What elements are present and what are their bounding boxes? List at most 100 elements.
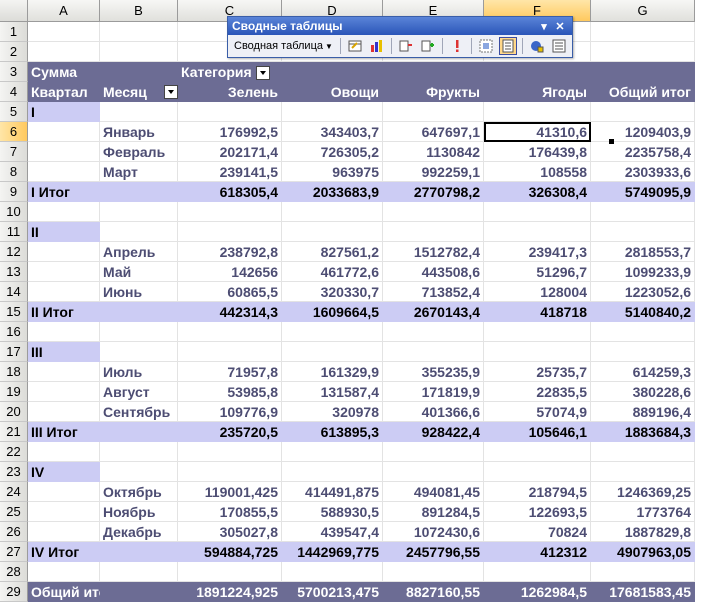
cell-d14[interactable]: 320330,7 <box>282 282 383 302</box>
show-detail-icon[interactable] <box>419 37 437 55</box>
cell-g16[interactable] <box>591 322 695 342</box>
cell-c17[interactable] <box>178 342 282 362</box>
cell-g2[interactable] <box>591 42 695 62</box>
row-header[interactable]: 1 <box>0 22 28 42</box>
cell-b8[interactable]: Март <box>100 162 178 182</box>
cell-c8[interactable]: 239141,5 <box>178 162 282 182</box>
field-settings-icon[interactable] <box>477 37 495 55</box>
cell-f18[interactable]: 25735,7 <box>484 362 591 382</box>
cell-b19[interactable]: Август <box>100 382 178 402</box>
cell-d19[interactable]: 131587,4 <box>282 382 383 402</box>
cell-a20[interactable] <box>28 402 100 422</box>
cell-f7[interactable]: 176439,8 <box>484 142 591 162</box>
row-header[interactable]: 29 <box>0 582 28 602</box>
row-header[interactable]: 13 <box>0 262 28 282</box>
row-header[interactable]: 18 <box>0 362 28 382</box>
cell-f26[interactable]: 70824 <box>484 522 591 542</box>
row-header[interactable]: 9 <box>0 182 28 202</box>
row-header[interactable]: 26 <box>0 522 28 542</box>
cell-g26[interactable]: 1887829,8 <box>591 522 695 542</box>
cell-b1[interactable] <box>100 22 178 42</box>
row-header[interactable]: 8 <box>0 162 28 182</box>
cell-e15[interactable]: 2670143,4 <box>383 302 484 322</box>
cell-f15[interactable]: 418718 <box>484 302 591 322</box>
cell-a29[interactable]: Общий итог <box>28 582 113 602</box>
cell-g14[interactable]: 1223052,6 <box>591 282 695 302</box>
cell-b6[interactable]: Январь <box>100 122 178 142</box>
cell-c10[interactable] <box>178 202 282 222</box>
cell-d11[interactable] <box>282 222 383 242</box>
row-header[interactable]: 21 <box>0 422 28 442</box>
cell-e17[interactable] <box>383 342 484 362</box>
cell-f8[interactable]: 108558 <box>484 162 591 182</box>
field-settings-alt-icon[interactable] <box>528 37 546 55</box>
cell-e28[interactable] <box>383 562 484 582</box>
cell-f9[interactable]: 326308,4 <box>484 182 591 202</box>
cell-a8[interactable] <box>28 162 100 182</box>
list-icon[interactable] <box>550 37 568 55</box>
cell-g11[interactable] <box>591 222 695 242</box>
cell-f24[interactable]: 218794,5 <box>484 482 591 502</box>
cell-d6[interactable]: 343403,7 <box>282 122 383 142</box>
cell-f17[interactable] <box>484 342 591 362</box>
cell-e14[interactable]: 713852,4 <box>383 282 484 302</box>
cell-b28[interactable] <box>100 562 178 582</box>
cell-c3[interactable]: Категория <box>178 62 282 82</box>
cell-c9[interactable]: 618305,4 <box>178 182 282 202</box>
cell-a14[interactable] <box>28 282 100 302</box>
cell-c13[interactable]: 142656 <box>178 262 282 282</box>
cell-b18[interactable]: Июль <box>100 362 178 382</box>
cell-b14[interactable]: Июнь <box>100 282 178 302</box>
row-header[interactable]: 16 <box>0 322 28 342</box>
cell-a1[interactable] <box>28 22 100 42</box>
row-header[interactable]: 27 <box>0 542 28 562</box>
column-header-a[interactable]: A <box>28 0 100 22</box>
cell-b21[interactable] <box>100 422 178 442</box>
cell-e10[interactable] <box>383 202 484 222</box>
cell-a12[interactable] <box>28 242 100 262</box>
pivot-table-menu[interactable]: Сводная таблица ▼ <box>230 37 337 55</box>
cell-b24[interactable]: Октябрь <box>100 482 178 502</box>
cell-e8[interactable]: 992259,1 <box>383 162 484 182</box>
cell-c4[interactable]: Зелень <box>178 82 282 102</box>
field-list-icon[interactable] <box>498 37 517 55</box>
cell-c15[interactable]: 442314,3 <box>178 302 282 322</box>
cell-d29[interactable]: 5700213,475 <box>282 582 383 602</box>
cell-d18[interactable]: 161329,9 <box>282 362 383 382</box>
cell-d10[interactable] <box>282 202 383 222</box>
cell-e26[interactable]: 1072430,6 <box>383 522 484 542</box>
cell-d23[interactable] <box>282 462 383 482</box>
cell-b11[interactable] <box>100 222 178 242</box>
cell-g10[interactable] <box>591 202 695 222</box>
cell-g12[interactable]: 2818553,7 <box>591 242 695 262</box>
cell-c27[interactable]: 594884,725 <box>178 542 282 562</box>
cell-c19[interactable]: 53985,8 <box>178 382 282 402</box>
cell-a10[interactable] <box>28 202 100 222</box>
cell-a13[interactable] <box>28 262 100 282</box>
cell-g18[interactable]: 614259,3 <box>591 362 695 382</box>
cell-g7[interactable]: 2235758,4 <box>591 142 695 162</box>
cell-c16[interactable] <box>178 322 282 342</box>
row-header[interactable]: 7 <box>0 142 28 162</box>
cell-b16[interactable] <box>100 322 178 342</box>
cell-a23[interactable]: IV <box>28 462 100 482</box>
cell-e24[interactable]: 494081,45 <box>383 482 484 502</box>
cell-f22[interactable] <box>484 442 591 462</box>
cell-g27[interactable]: 4907963,05 <box>591 542 695 562</box>
cell-e25[interactable]: 891284,5 <box>383 502 484 522</box>
cell-b22[interactable] <box>100 442 178 462</box>
cell-a2[interactable] <box>28 42 100 62</box>
cell-f29[interactable]: 1262984,5 <box>484 582 591 602</box>
cell-c28[interactable] <box>178 562 282 582</box>
cell-c18[interactable]: 71957,8 <box>178 362 282 382</box>
cell-a7[interactable] <box>28 142 100 162</box>
cell-d13[interactable]: 461772,6 <box>282 262 383 282</box>
cell-b27[interactable] <box>100 542 178 562</box>
cell-f13[interactable]: 51296,7 <box>484 262 591 282</box>
close-icon[interactable]: ✕ <box>552 20 568 33</box>
cell-e9[interactable]: 2770798,2 <box>383 182 484 202</box>
cell-f28[interactable] <box>484 562 591 582</box>
spreadsheet[interactable]: A B C D E F G 1 2 3 Сумма Категория 4 Квартал М… <box>0 0 723 610</box>
row-header[interactable]: 2 <box>0 42 28 62</box>
cell-f5[interactable] <box>484 102 591 122</box>
